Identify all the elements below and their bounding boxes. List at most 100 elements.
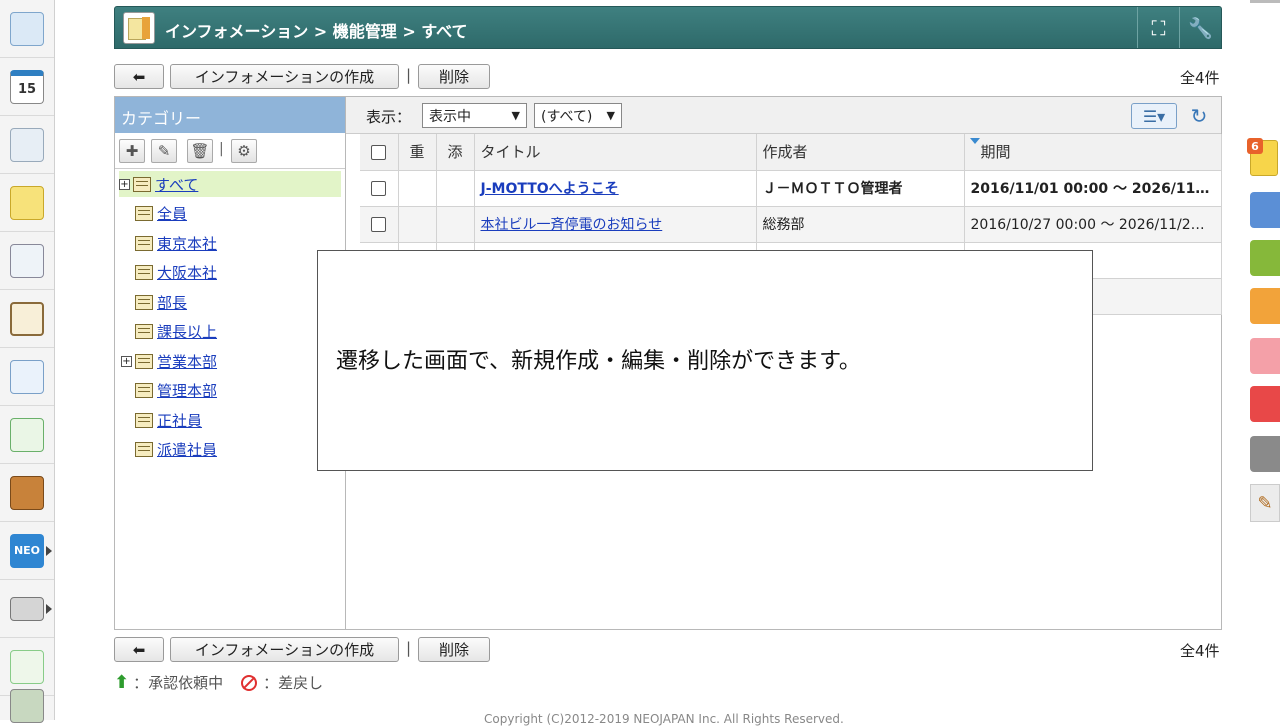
row-title-text[interactable]: J-MOTTOへようこそ <box>481 181 619 197</box>
notification-memo-icon[interactable]: 6 <box>1247 138 1278 176</box>
col-period-label: 期間 <box>980 143 1011 162</box>
row-author: 総務部 <box>756 206 965 243</box>
back-arrow-icon: ⬅ <box>132 640 146 659</box>
edit-category-icon[interactable]: ✎ <box>151 139 177 163</box>
row-important-cell <box>398 206 437 243</box>
portal-icon <box>10 11 44 46</box>
portal-app-button[interactable] <box>0 0 54 58</box>
category-item[interactable]: 管理本部 <box>121 378 217 404</box>
toolbar-separator: | <box>406 66 412 84</box>
memo-icon <box>10 185 44 220</box>
expand-icon[interactable]: + <box>119 178 130 190</box>
row-checkbox[interactable] <box>371 216 387 232</box>
cabinet-app-button[interactable] <box>0 464 54 522</box>
workflow-app-button[interactable] <box>0 406 54 464</box>
row-period: 2016/11/01 00:00 ～ 2026/11… <box>964 170 1222 207</box>
display-select[interactable]: 表示中 ▼ <box>422 103 527 128</box>
col-important[interactable]: 重 <box>398 134 437 171</box>
back-button-bottom[interactable]: ⬅ <box>114 637 164 662</box>
folder-icon <box>10 596 44 621</box>
clipboard-icon <box>10 301 44 336</box>
neo-label: NEO <box>13 544 41 557</box>
col-author[interactable]: 作成者 <box>756 134 965 171</box>
color-tab-pink[interactable] <box>1250 338 1280 374</box>
color-tab-red[interactable] <box>1250 386 1280 422</box>
view-mode-button[interactable]: ☰▾ <box>1131 103 1177 129</box>
facility-app-button[interactable] <box>0 116 54 174</box>
table-row[interactable]: 本社ビル一斉停電のお知らせ 総務部 2016/10/27 00:00 ～ 2026/… <box>360 206 1222 243</box>
photo-app-button[interactable] <box>0 672 54 723</box>
category-label[interactable]: 正社員 <box>157 410 202 431</box>
approval-pending-icon: ⬆ <box>114 672 130 693</box>
select-all-checkbox[interactable] <box>371 144 387 160</box>
category-label[interactable]: 管理本部 <box>157 380 217 401</box>
fullscreen-icon[interactable]: ⛶ <box>1137 7 1179 48</box>
category-folder-icon <box>135 353 153 369</box>
col-attachment[interactable]: 添 <box>436 134 475 171</box>
color-tab-orange[interactable] <box>1250 288 1280 324</box>
category-item[interactable]: + すべて <box>119 171 341 197</box>
category-item[interactable]: 全員 <box>121 201 187 227</box>
expand-icon[interactable]: + <box>121 355 132 367</box>
color-tab-gray[interactable] <box>1250 436 1280 472</box>
row-author-text: 総務部 <box>762 217 805 233</box>
back-arrow-icon: ⬅ <box>132 67 146 86</box>
back-button[interactable]: ⬅ <box>114 64 164 89</box>
category-label[interactable]: 部長 <box>157 292 187 313</box>
table-row[interactable]: J-MOTTOへようこそ Ｊ－ＭＯＴＴＯ管理者 2016/11/01 00:00 ～… <box>360 170 1222 207</box>
refresh-icon[interactable]: ↻ <box>1185 103 1213 129</box>
category-label[interactable]: 派遣社員 <box>157 439 217 460</box>
item-count-bottom: 全4件 <box>1180 642 1220 660</box>
info-app-button[interactable] <box>0 232 54 290</box>
row-checkbox[interactable] <box>371 180 387 196</box>
row-title[interactable]: 本社ビル一斉停電のお知らせ <box>474 206 757 243</box>
wrench-icon[interactable]: 🔧 <box>1179 7 1221 48</box>
category-folder-icon <box>135 324 153 339</box>
pencil-icon[interactable]: ✎ <box>1250 484 1280 522</box>
category-folder-icon <box>135 294 153 310</box>
category-item[interactable]: 部長 <box>121 289 187 315</box>
color-tab-green[interactable] <box>1250 240 1280 276</box>
add-category-icon[interactable]: ✚ <box>119 139 145 163</box>
col-title[interactable]: タイトル <box>474 134 757 171</box>
col-period[interactable]: 期間 <box>964 134 1222 171</box>
category-item[interactable]: 大阪本社 <box>121 260 217 286</box>
category-folder-icon <box>135 412 153 428</box>
report-app-button[interactable] <box>0 290 54 348</box>
memo-app-button[interactable] <box>0 174 54 232</box>
category-label[interactable]: 大阪本社 <box>157 262 217 283</box>
category-item[interactable]: + 営業本部 <box>121 348 217 374</box>
trash-category-icon[interactable]: 🗑 <box>187 139 213 163</box>
row-title[interactable]: J-MOTTOへようこそ <box>474 170 757 207</box>
row-period-text: 2016/11/01 00:00 ～ 2026/11… <box>970 181 1210 197</box>
display-label: 表示： <box>366 108 412 126</box>
filter-select[interactable]: (すべて) ▼ <box>534 103 622 128</box>
category-folder-icon <box>133 176 151 192</box>
category-label[interactable]: 課長以上 <box>157 321 217 342</box>
create-information-button-bottom[interactable]: インフォメーションの作成 <box>170 637 399 662</box>
neo-app-button[interactable]: NEO <box>0 522 54 580</box>
category-item[interactable]: 課長以上 <box>121 319 217 345</box>
category-folder-icon <box>135 442 153 457</box>
category-label[interactable]: 営業本部 <box>157 351 217 372</box>
delete-button-bottom[interactable]: 削除 <box>418 637 490 662</box>
category-label[interactable]: 全員 <box>157 203 187 224</box>
color-tab-blue[interactable] <box>1250 192 1280 228</box>
delete-button[interactable]: 削除 <box>418 64 490 89</box>
information-app-icon <box>123 12 155 44</box>
neo-icon: NEO <box>10 533 44 568</box>
schedule-app-button[interactable]: 15 <box>0 58 54 116</box>
returned-icon <box>241 674 258 691</box>
category-label[interactable]: 東京本社 <box>157 233 217 254</box>
category-label[interactable]: すべて <box>155 174 198 195</box>
select-all-cell <box>360 134 399 171</box>
gear-icon[interactable]: ⚙ <box>231 139 257 163</box>
category-item[interactable]: 派遣社員 <box>121 437 217 463</box>
chevron-down-icon: ▼ <box>511 109 520 122</box>
row-title-text[interactable]: 本社ビル一斉停電のお知らせ <box>481 217 663 233</box>
category-item[interactable]: 東京本社 <box>121 230 217 256</box>
create-information-button[interactable]: インフォメーションの作成 <box>170 64 399 89</box>
category-item[interactable]: 正社員 <box>121 407 202 433</box>
folder-app-button[interactable] <box>0 580 54 638</box>
survey-app-button[interactable] <box>0 348 54 406</box>
